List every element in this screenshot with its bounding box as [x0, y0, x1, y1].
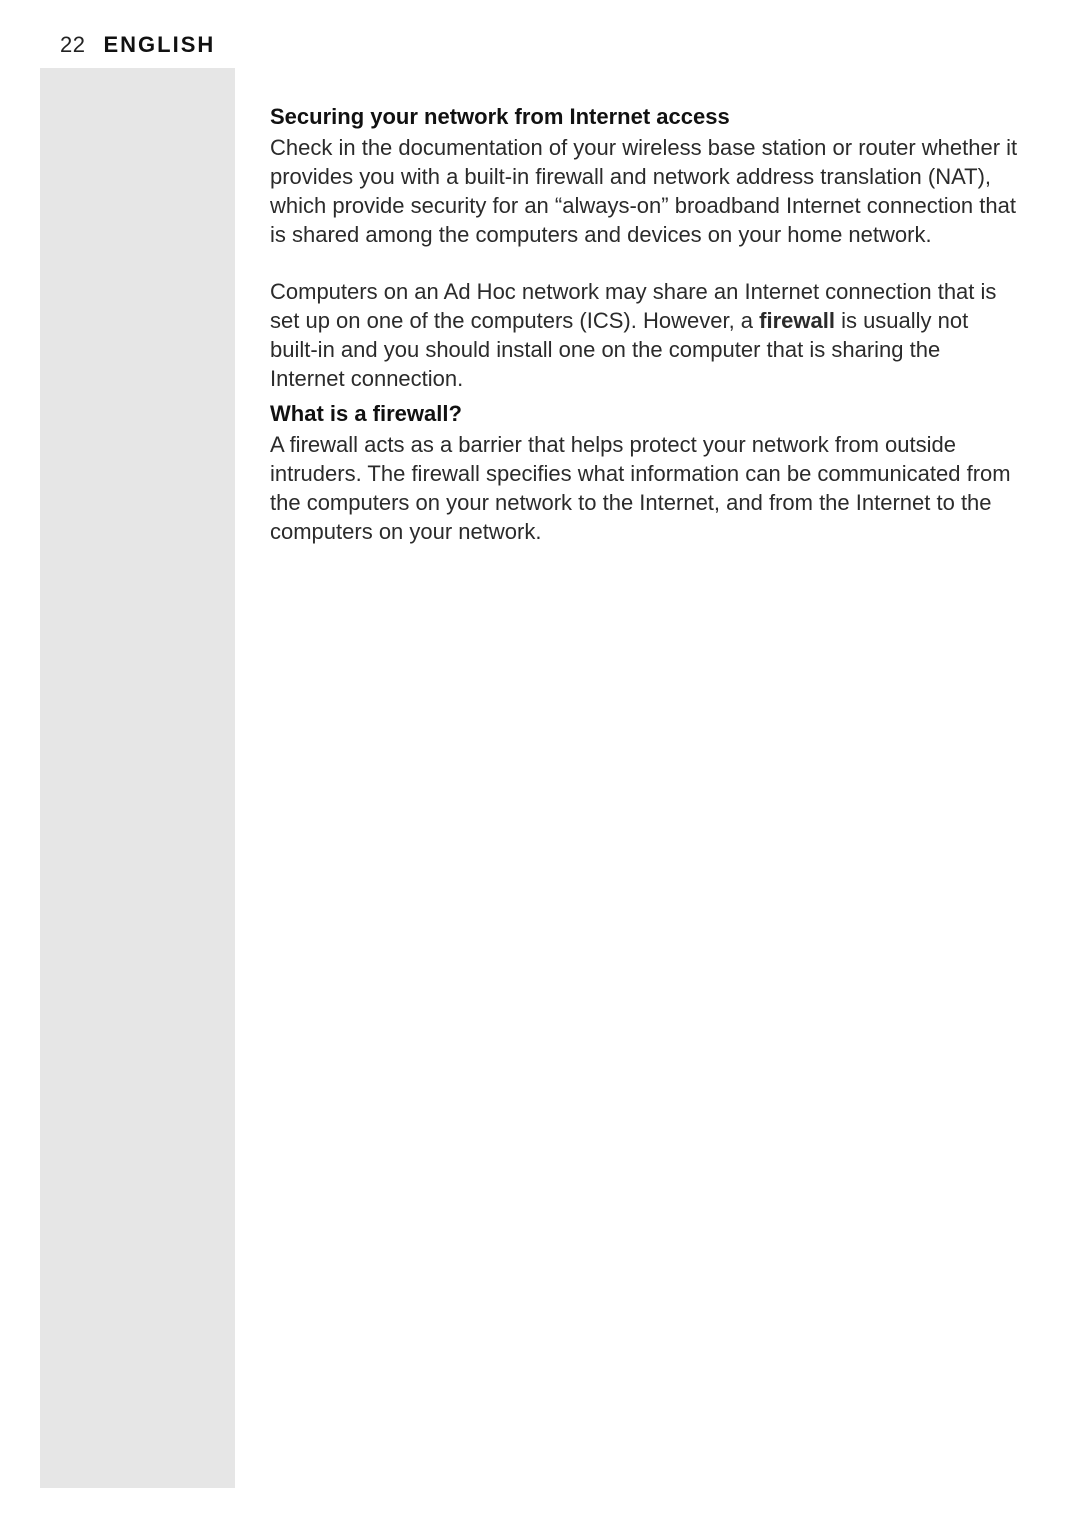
- bold-term-firewall: firewall: [759, 308, 835, 333]
- sidebar-column: [40, 68, 235, 1488]
- section-heading: Securing your network from Internet acce…: [270, 102, 1020, 131]
- section-securing-network: Securing your network from Internet acce…: [270, 102, 1020, 393]
- page-header: 22 ENGLISH: [60, 32, 215, 58]
- page-number: 22: [60, 32, 85, 58]
- section-what-is-firewall: What is a firewall? A firewall acts as a…: [270, 399, 1020, 546]
- content-column: Securing your network from Internet acce…: [270, 102, 1020, 546]
- section-heading: What is a firewall?: [270, 399, 1020, 428]
- language-label: ENGLISH: [103, 32, 215, 58]
- manual-page: 22 ENGLISH Securing your network from In…: [0, 0, 1080, 1526]
- body-paragraph: A firewall acts as a barrier that helps …: [270, 430, 1020, 546]
- body-paragraph: Check in the documentation of your wirel…: [270, 133, 1020, 249]
- body-paragraph: Computers on an Ad Hoc network may share…: [270, 277, 1020, 393]
